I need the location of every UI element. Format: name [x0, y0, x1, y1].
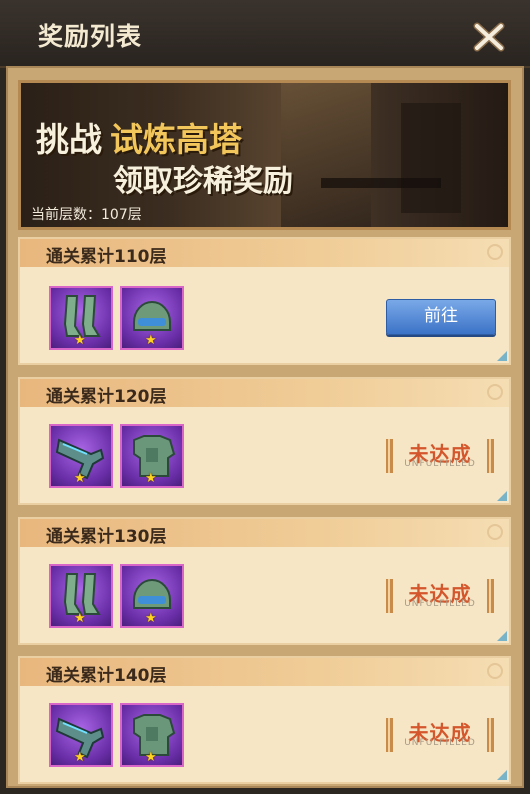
stamp-sublabel: UNFULFILLED: [404, 599, 476, 609]
reward-card-header: 通关累计110层: [20, 239, 509, 267]
star-icon: ★: [74, 333, 86, 348]
reward-card-120: 通关累计120层 ★ ★ 未达成 UNFULFILLED: [18, 377, 511, 505]
reward-card-140: 通关累计140层 ★ ★ 未达成 UNFULFILLED: [18, 656, 511, 784]
banner-headline-prefix: 挑战: [36, 120, 102, 159]
corner-marker-icon: [497, 351, 507, 361]
reward-card-110: 通关累计110层 ★ ★ 前往: [18, 237, 511, 365]
banner-background-art: [281, 83, 371, 227]
corner-ornament-icon: [487, 524, 503, 540]
star-icon: ★: [145, 750, 157, 765]
star-icon: ★: [145, 611, 157, 626]
current-floor-label: 当前层数：107层: [31, 207, 142, 223]
leg-armor-icon[interactable]: ★: [49, 564, 113, 628]
helmet-icon[interactable]: ★: [120, 286, 184, 350]
banner-background-art: [321, 178, 441, 188]
reward-card-title: 通关累计120层: [46, 387, 167, 407]
banner-subheadline: 领取珍稀奖励: [113, 164, 293, 199]
corner-ornament-icon: [487, 384, 503, 400]
reward-card-title: 通关累计110层: [46, 247, 167, 267]
corner-marker-icon: [497, 491, 507, 501]
banner-background-art: [401, 103, 461, 213]
reward-card-header: 通关累计140层: [20, 658, 509, 686]
star-icon: ★: [74, 611, 86, 626]
chest-armor-icon[interactable]: ★: [120, 424, 184, 488]
reward-card-header: 通关累计120层: [20, 379, 509, 407]
blaster-icon[interactable]: ★: [49, 703, 113, 767]
star-icon: ★: [74, 750, 86, 765]
unfulfilled-stamp: 未达成 UNFULFILLED: [386, 439, 494, 473]
trial-tower-banner: 挑战 试炼高塔 领取珍稀奖励 当前层数：107层: [18, 80, 511, 230]
panel-title: 奖励列表: [38, 22, 143, 51]
corner-ornament-icon: [487, 244, 503, 260]
star-icon: ★: [145, 333, 157, 348]
reward-list-panel: 奖励列表 挑战试炼高塔 领取珍稀奖励 当前层数：107层 通关累计110层 ★: [0, 0, 530, 794]
reward-card-header: 通关累计130层: [20, 519, 509, 547]
corner-ornament-icon: [487, 663, 503, 679]
reward-card-title: 通关累计130层: [46, 527, 167, 547]
unfulfilled-stamp: 未达成 UNFULFILLED: [386, 579, 494, 613]
close-icon[interactable]: [472, 20, 506, 54]
leg-armor-icon[interactable]: ★: [49, 286, 113, 350]
reward-card-title: 通关累计140层: [46, 666, 167, 686]
banner-headline: 挑战 试炼高塔: [36, 113, 242, 161]
go-button[interactable]: 前往: [386, 299, 496, 335]
corner-marker-icon: [497, 631, 507, 641]
corner-marker-icon: [497, 770, 507, 780]
title-bar: 奖励列表: [0, 0, 530, 68]
star-icon: ★: [74, 471, 86, 486]
reward-card-130: 通关累计130层 ★ ★ 未达成 UNFULFILLED: [18, 517, 511, 645]
banner-headline-highlight: 试炼高塔: [110, 120, 242, 159]
helmet-icon[interactable]: ★: [120, 564, 184, 628]
stamp-sublabel: UNFULFILLED: [404, 459, 476, 469]
chest-armor-icon[interactable]: ★: [120, 703, 184, 767]
blaster-icon[interactable]: ★: [49, 424, 113, 488]
stamp-sublabel: UNFULFILLED: [404, 738, 476, 748]
unfulfilled-stamp: 未达成 UNFULFILLED: [386, 718, 494, 752]
star-icon: ★: [145, 471, 157, 486]
